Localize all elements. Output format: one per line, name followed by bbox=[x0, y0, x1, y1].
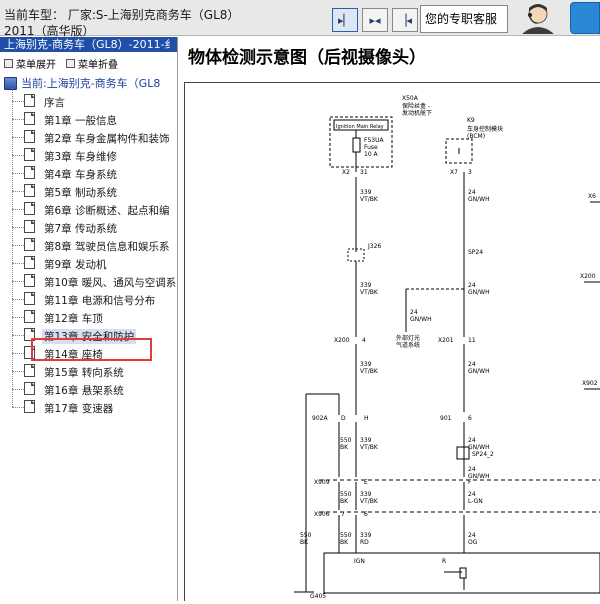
support-agent-icon[interactable] bbox=[508, 2, 568, 34]
page-icon bbox=[24, 166, 35, 179]
page-title: 物体检测示意图（后视摄像头） bbox=[188, 48, 426, 68]
page-icon bbox=[24, 310, 35, 323]
tree-item-label: 第9章 发动机 bbox=[44, 259, 107, 271]
tree-item[interactable]: 第10章 暖风、通风与空调系 bbox=[0, 272, 177, 290]
support-label: 您的专职客服 bbox=[425, 12, 498, 26]
page-icon bbox=[24, 274, 35, 287]
help-tile[interactable] bbox=[570, 2, 600, 34]
expand-menu-button[interactable]: 菜单展开 bbox=[4, 56, 56, 71]
page-icon bbox=[24, 256, 35, 269]
tree-item[interactable]: 第5章 制动系统 bbox=[0, 182, 177, 200]
top-bar: 当前车型： 厂家:S-上海别克商务车（GL8） 2011（高华版） ▸▏ ▸◂ … bbox=[0, 0, 600, 38]
page-icon bbox=[24, 364, 35, 377]
page-icon bbox=[24, 382, 35, 395]
tree-item-label: 序言 bbox=[44, 97, 65, 109]
tree-item[interactable]: 第15章 转向系统 bbox=[0, 362, 177, 380]
tree-item-label: 第3章 车身维修 bbox=[44, 151, 118, 163]
tree-item[interactable]: 第8章 驾驶员信息和娱乐系 bbox=[0, 236, 177, 254]
tree-item-label: 第12章 车顶 bbox=[44, 313, 103, 325]
page-icon bbox=[24, 148, 35, 161]
book-icon bbox=[4, 76, 17, 90]
nav-expand-icon: ▸◂ bbox=[369, 13, 381, 27]
tree-item[interactable]: 第3章 车身维修 bbox=[0, 146, 177, 164]
page-icon bbox=[24, 400, 35, 413]
nav-last-button[interactable]: ▕◂ bbox=[392, 8, 418, 32]
tree-item[interactable]: 第11章 电源和信号分布 bbox=[0, 290, 177, 308]
page-icon bbox=[24, 184, 35, 197]
tree-item[interactable]: 第12章 车顶 bbox=[0, 308, 177, 326]
support-box[interactable]: 您的专职客服 bbox=[420, 5, 508, 33]
tree-item-label: 第8章 驾驶员信息和娱乐系 bbox=[44, 241, 170, 253]
page-icon bbox=[24, 220, 35, 233]
collapse-menu-label: 菜单折叠 bbox=[78, 59, 118, 71]
page-icon bbox=[24, 94, 35, 107]
tree-root[interactable]: 当前:上海别克-商务车（GL8 bbox=[0, 74, 177, 92]
nav-first-button[interactable]: ▸▏ bbox=[332, 8, 358, 32]
tree-item[interactable]: 第4章 车身系统 bbox=[0, 164, 177, 182]
nav-first-icon: ▸▏ bbox=[338, 13, 352, 27]
tree-item-label: 第4章 车身系统 bbox=[44, 169, 118, 181]
nav-last-icon: ▕◂ bbox=[398, 13, 412, 27]
tree-item[interactable]: 序言 bbox=[0, 92, 177, 110]
tree-toolbar: 菜单展开 菜单折叠 bbox=[0, 52, 177, 74]
tree-item-label: 第1章 一般信息 bbox=[44, 115, 118, 127]
tree-item-label: 第6章 诊断概述、起点和编 bbox=[44, 205, 170, 217]
tree-item-label: 第5章 制动系统 bbox=[44, 187, 118, 199]
tree-item[interactable]: 第1章 一般信息 bbox=[0, 110, 177, 128]
nav-expand-button[interactable]: ▸◂ bbox=[362, 8, 388, 32]
tree-root-label: 当前:上海别克-商务车（GL8 bbox=[21, 77, 161, 90]
tree-item-label: 第7章 传动系统 bbox=[44, 223, 118, 235]
diagram-frame bbox=[184, 82, 600, 601]
page-icon bbox=[24, 238, 35, 251]
expand-menu-label: 菜单展开 bbox=[16, 59, 56, 71]
tree-item[interactable]: 第16章 悬架系统 bbox=[0, 380, 177, 398]
page-icon bbox=[24, 130, 35, 143]
tree-item[interactable]: 第17章 变速器 bbox=[0, 398, 177, 416]
tree-item[interactable]: 第2章 车身金属构件和装饰 bbox=[0, 128, 177, 146]
selection-highlight-box bbox=[31, 338, 152, 361]
tree-item-label: 第10章 暖风、通风与空调系 bbox=[44, 277, 177, 289]
chapter-tree: 序言 第1章 一般信息 第2章 车身金属构件和装饰 第3章 车身维修 第4章 车身系统第… bbox=[0, 88, 177, 432]
collapse-icon bbox=[66, 58, 75, 68]
page-icon bbox=[24, 292, 35, 305]
tree-item-label: 第11章 电源和信号分布 bbox=[44, 295, 156, 307]
tree-item[interactable]: 第9章 发动机 bbox=[0, 254, 177, 272]
wiring-diagram: X50A 保险丝盒 - 发动机舱下 Ignition Main Relay F5… bbox=[184, 82, 600, 601]
collapse-menu-button[interactable]: 菜单折叠 bbox=[66, 56, 118, 71]
left-panel-title: 上海别克-商务车（GL8）-2011-纟 bbox=[0, 37, 177, 52]
tree-item-label: 第15章 转向系统 bbox=[44, 367, 124, 379]
content-panel: 物体检测示意图（后视摄像头） X50A 保险丝盒 - 发动机舱下 Ignitio… bbox=[184, 37, 600, 601]
tree-item[interactable]: 第7章 传动系统 bbox=[0, 218, 177, 236]
tree-item-label: 第2章 车身金属构件和装饰 bbox=[44, 133, 170, 145]
tree-item[interactable]: 第6章 诊断概述、起点和编 bbox=[0, 200, 177, 218]
page-icon bbox=[24, 202, 35, 215]
expand-icon bbox=[4, 58, 13, 68]
current-model-label: 当前车型： 厂家:S-上海别克商务车（GL8） bbox=[4, 8, 240, 22]
left-panel: 上海别克-商务车（GL8）-2011-纟 菜单展开 菜单折叠 当前:上海别克-商… bbox=[0, 37, 178, 601]
tree-item-label: 第17章 变速器 bbox=[44, 403, 114, 415]
page-icon bbox=[24, 112, 35, 125]
tree-item-label: 第16章 悬架系统 bbox=[44, 385, 124, 397]
